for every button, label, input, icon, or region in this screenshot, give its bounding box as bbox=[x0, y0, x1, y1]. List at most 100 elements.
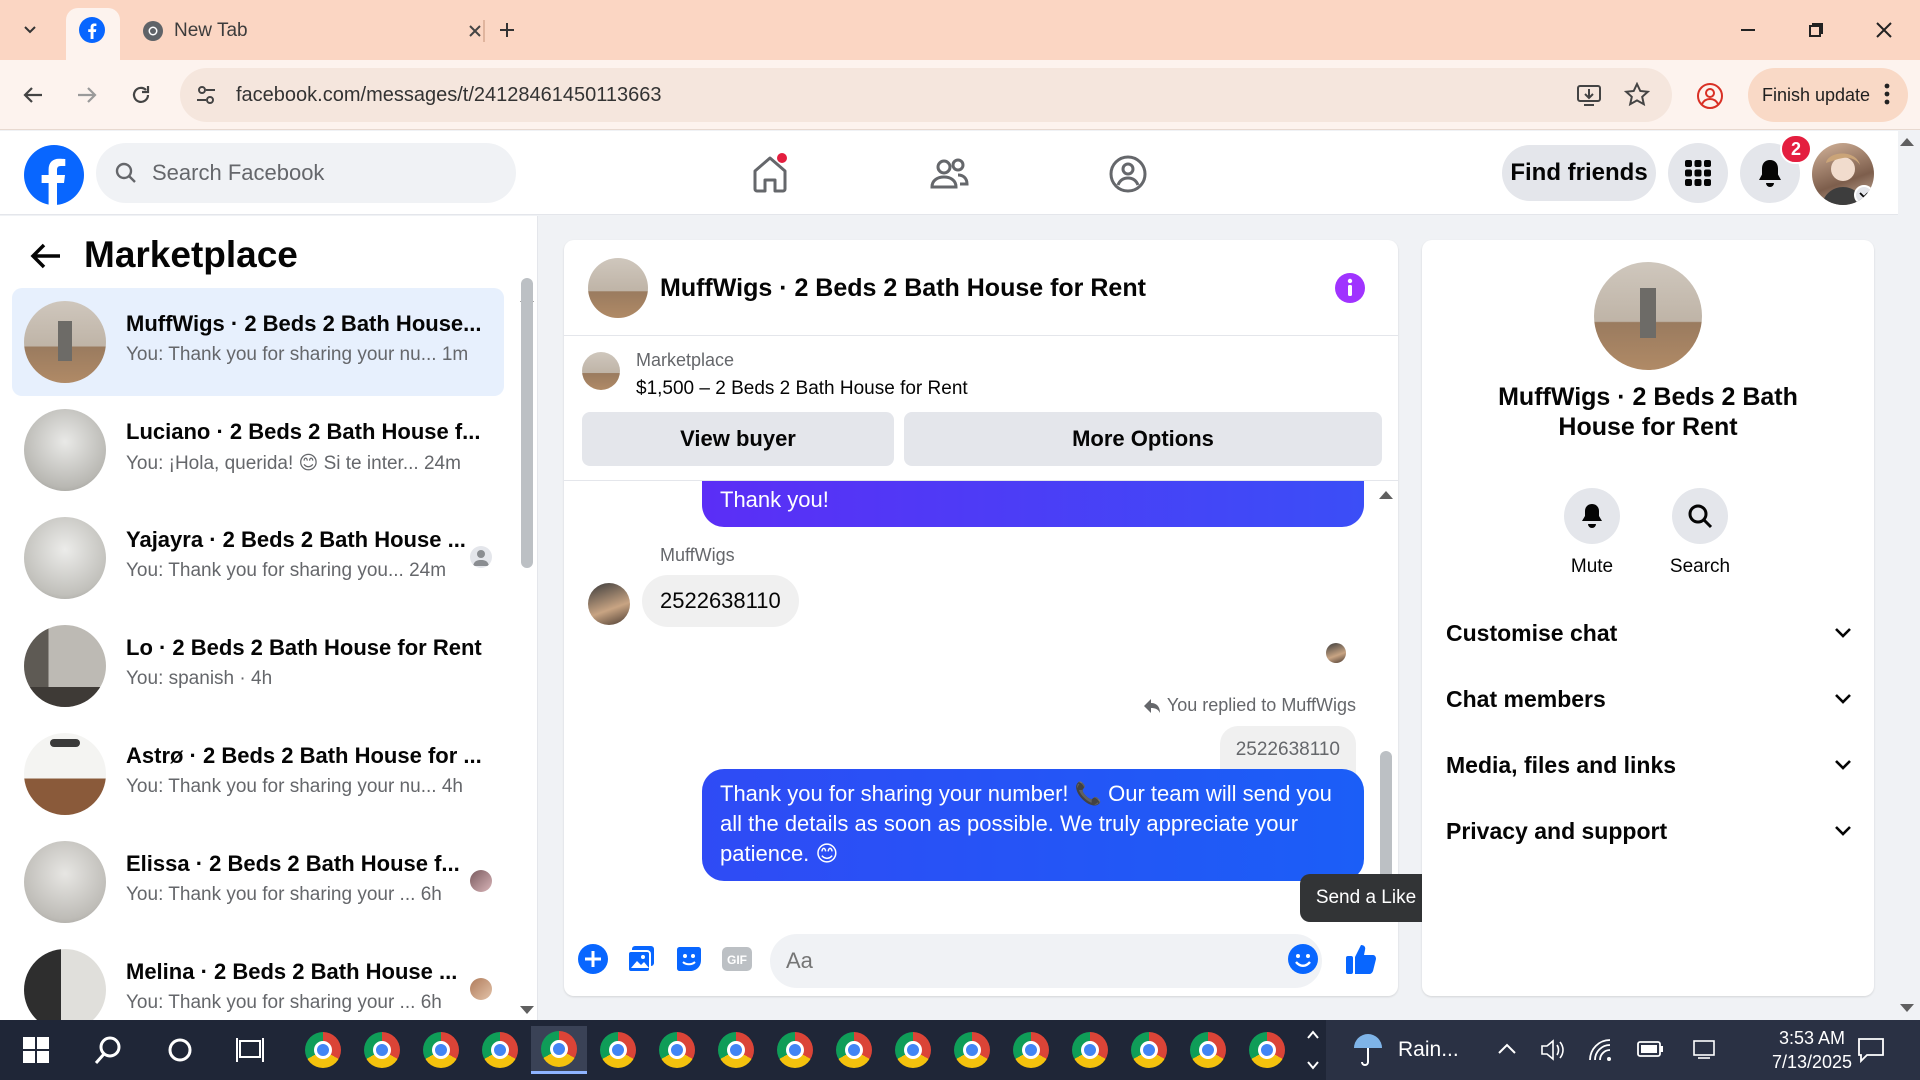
site-info-icon[interactable] bbox=[194, 83, 218, 107]
chat-members-row[interactable]: Chat members bbox=[1446, 674, 1852, 724]
mute-button[interactable]: Mute bbox=[1552, 488, 1632, 578]
friends-icon[interactable] bbox=[924, 149, 974, 199]
windows-start-icon[interactable] bbox=[8, 1026, 64, 1074]
photo-gallery-icon[interactable] bbox=[624, 942, 658, 976]
listing-thumbnail bbox=[24, 625, 106, 707]
tray-chevron-up-icon[interactable] bbox=[1496, 1038, 1518, 1060]
back-arrow-icon[interactable] bbox=[12, 74, 54, 116]
account-avatar[interactable] bbox=[1812, 143, 1874, 205]
sticker-icon[interactable] bbox=[672, 942, 706, 976]
profile-icon[interactable] bbox=[1696, 82, 1724, 110]
thumbs-up-like-icon[interactable] bbox=[1344, 942, 1378, 976]
chrome-taskbar-icon[interactable] bbox=[590, 1026, 646, 1074]
task-view-icon[interactable] bbox=[222, 1026, 278, 1074]
info-icon[interactable] bbox=[1334, 272, 1366, 304]
chrome-taskbar-icon-active[interactable] bbox=[531, 1026, 587, 1074]
conversation-item[interactable]: Yajayra · 2 Beds 2 Bath House ... You: T… bbox=[12, 504, 504, 612]
battery-icon[interactable] bbox=[1636, 1039, 1664, 1059]
chat-profile-avatar[interactable] bbox=[1594, 262, 1702, 370]
chrome-taskbar-icon[interactable] bbox=[1180, 1026, 1236, 1074]
conversation-item[interactable]: Astrø · 2 Beds 2 Bath House for ... You:… bbox=[12, 720, 504, 828]
tab-facebook[interactable] bbox=[66, 8, 120, 60]
search-in-chat-button[interactable]: Search bbox=[1660, 488, 1740, 578]
keyboard-layout-icon[interactable] bbox=[1692, 1039, 1716, 1059]
chrome-taskbar-icon[interactable] bbox=[767, 1026, 823, 1074]
more-options-button[interactable]: More Options bbox=[904, 412, 1382, 466]
chrome-taskbar-icon[interactable] bbox=[885, 1026, 941, 1074]
bookmark-star-icon[interactable] bbox=[1624, 82, 1650, 108]
conversations-scrollbar[interactable] bbox=[521, 278, 533, 568]
sender-avatar[interactable] bbox=[588, 583, 630, 625]
listing-price-title[interactable]: $1,500 – 2 Beds 2 Bath House for Rent bbox=[636, 378, 968, 400]
outgoing-message[interactable]: Thank you for sharing your number! 📞 Our… bbox=[702, 769, 1364, 881]
facebook-search-input[interactable]: Search Facebook bbox=[96, 143, 516, 203]
view-buyer-button[interactable]: View buyer bbox=[582, 412, 894, 466]
chrome-taskbar-icon[interactable] bbox=[354, 1026, 410, 1074]
chrome-taskbar-icon[interactable] bbox=[708, 1026, 764, 1074]
chrome-taskbar-icon[interactable] bbox=[944, 1026, 1000, 1074]
chrome-taskbar-icon[interactable] bbox=[1121, 1026, 1177, 1074]
forward-arrow-icon[interactable] bbox=[66, 74, 108, 116]
quoted-message[interactable]: 2522638110 bbox=[1219, 726, 1356, 774]
chrome-taskbar-icon[interactable] bbox=[1003, 1026, 1059, 1074]
outgoing-message[interactable]: Thank you! bbox=[702, 481, 1364, 527]
back-arrow-icon[interactable] bbox=[28, 238, 68, 278]
restore-icon[interactable] bbox=[1796, 10, 1836, 50]
chat-title[interactable]: MuffWigs · 2 Beds 2 Bath House for Rent bbox=[660, 274, 1146, 303]
conversation-preview: You: Thank you for sharing you... 24m bbox=[126, 560, 447, 581]
search-icon[interactable] bbox=[80, 1026, 136, 1074]
url-text[interactable]: facebook.com/messages/t/2412846145011366… bbox=[236, 84, 662, 107]
minimize-icon[interactable] bbox=[1728, 10, 1768, 50]
tab-new-tab[interactable]: New Tab bbox=[134, 8, 482, 54]
conversation-item[interactable]: Lo · 2 Beds 2 Bath House for Rent You: s… bbox=[12, 612, 504, 720]
groups-icon[interactable] bbox=[1103, 149, 1153, 199]
action-center-icon[interactable] bbox=[1856, 1036, 1886, 1064]
menu-grid-icon[interactable] bbox=[1668, 143, 1728, 203]
network-icon[interactable] bbox=[1588, 1038, 1614, 1062]
facebook-logo-icon[interactable] bbox=[24, 145, 84, 205]
page-scroll-down-arrow-icon[interactable] bbox=[1900, 1004, 1914, 1012]
new-tab-plus-icon[interactable] bbox=[487, 10, 527, 50]
close-tab-icon[interactable] bbox=[468, 24, 482, 38]
gif-icon[interactable]: GIF bbox=[720, 942, 754, 976]
find-friends-button[interactable]: Find friends bbox=[1502, 145, 1656, 201]
incoming-message[interactable]: 2522638110 bbox=[642, 575, 799, 627]
chrome-taskbar-icon[interactable] bbox=[413, 1026, 469, 1074]
close-window-icon[interactable] bbox=[1864, 10, 1904, 50]
home-icon[interactable] bbox=[745, 149, 795, 199]
chrome-taskbar-icon[interactable] bbox=[826, 1026, 882, 1074]
emoji-icon[interactable] bbox=[1286, 942, 1320, 976]
chrome-taskbar-icon[interactable] bbox=[1062, 1026, 1118, 1074]
page-scroll-up-arrow-icon[interactable] bbox=[1900, 138, 1914, 146]
chat-avatar[interactable] bbox=[588, 258, 648, 318]
cortana-circle-icon[interactable] bbox=[152, 1026, 208, 1074]
clock[interactable]: 3:53 AM 7/13/2025 bbox=[1752, 1026, 1872, 1074]
weather-umbrella-icon[interactable] bbox=[1350, 1032, 1386, 1068]
account-chevron-down-icon[interactable] bbox=[1854, 185, 1874, 205]
weather-text[interactable]: Rain... bbox=[1398, 1038, 1459, 1062]
chrome-taskbar-icon[interactable] bbox=[649, 1026, 705, 1074]
conversation-item[interactable]: MuffWigs · 2 Beds 2 Bath House... You: T… bbox=[12, 288, 504, 396]
privacy-support-row[interactable]: Privacy and support bbox=[1446, 806, 1852, 856]
scroll-down-arrow-icon[interactable] bbox=[520, 1006, 534, 1014]
clock-time: 3:53 AM bbox=[1778, 1028, 1846, 1048]
reload-icon[interactable] bbox=[120, 74, 162, 116]
chrome-taskbar-icon[interactable] bbox=[472, 1026, 528, 1074]
chrome-taskbar-icon[interactable] bbox=[1239, 1026, 1295, 1074]
conversation-item[interactable]: Luciano · 2 Beds 2 Bath House f... You: … bbox=[12, 396, 504, 504]
media-files-links-row[interactable]: Media, files and links bbox=[1446, 740, 1852, 790]
tab-search-chevron-icon[interactable] bbox=[10, 10, 50, 50]
messages-scrollbar[interactable] bbox=[1380, 751, 1392, 881]
scroll-up-arrow-icon[interactable] bbox=[1379, 491, 1393, 499]
add-attachment-plus-icon[interactable] bbox=[576, 942, 610, 976]
conversation-item[interactable]: Elissa · 2 Beds 2 Bath House f... You: T… bbox=[12, 828, 504, 936]
address-bar[interactable]: facebook.com/messages/t/2412846145011366… bbox=[180, 68, 1672, 122]
volume-icon[interactable] bbox=[1540, 1038, 1566, 1062]
finish-update-button[interactable]: Finish update bbox=[1748, 68, 1908, 122]
customise-chat-row[interactable]: Customise chat bbox=[1446, 608, 1852, 658]
taskbar-overflow-arrows-icon[interactable] bbox=[1306, 1028, 1320, 1072]
message-input[interactable] bbox=[770, 934, 1322, 988]
search-icon bbox=[1672, 488, 1728, 544]
chrome-taskbar-icon[interactable] bbox=[295, 1026, 351, 1074]
install-app-icon[interactable] bbox=[1576, 82, 1602, 108]
